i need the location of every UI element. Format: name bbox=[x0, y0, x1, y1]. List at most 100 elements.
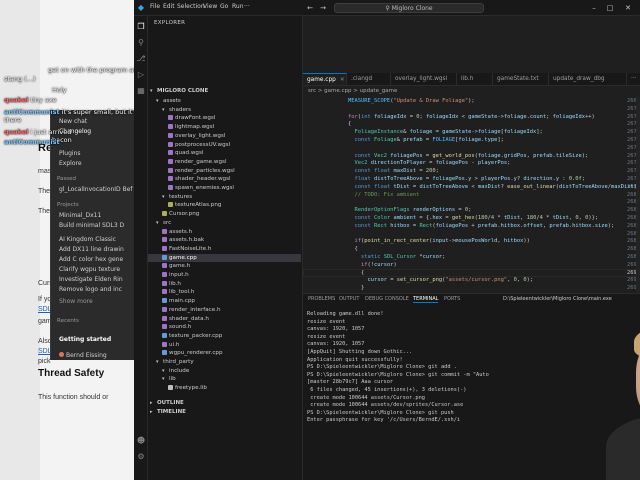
folder-item[interactable]: ▾ include bbox=[148, 367, 301, 376]
terminal-line: create mode 100644 assets/dev/sprites/Cu… bbox=[307, 402, 464, 409]
tab-update-draw[interactable]: update_draw_dbg bbox=[549, 73, 627, 85]
code-line[interactable]: MEASURE_SCOPE("Update & Draw Foliage"); bbox=[335, 98, 475, 104]
gear-icon[interactable]: ⚙ bbox=[136, 452, 146, 462]
menu-edit[interactable]: Edit bbox=[163, 3, 175, 10]
menu-go[interactable]: Go bbox=[220, 3, 228, 10]
file-item[interactable]: render_interface.h bbox=[148, 306, 301, 315]
code-line[interactable]: const Color ambient = {.hex = get_hex(18… bbox=[335, 215, 598, 221]
more-tabs-icon[interactable]: ··· bbox=[629, 73, 640, 85]
code-line[interactable]: FoliageInstance& foliage = gameState->fo… bbox=[335, 129, 542, 135]
command-center-search[interactable]: ⚲ Migloro Clone bbox=[334, 3, 484, 13]
code-line[interactable]: for(int foliageIdx = 0; foliageIdx < gam… bbox=[335, 114, 595, 120]
file-item[interactable]: ui.h bbox=[148, 341, 301, 350]
folder-item[interactable]: ▾ third_party bbox=[148, 358, 301, 367]
folder-item[interactable]: ▾ assets bbox=[148, 97, 301, 106]
code-line[interactable]: if(!cursor) bbox=[335, 262, 397, 268]
file-item[interactable]: Cursor.png bbox=[148, 210, 301, 219]
tab-problems[interactable]: PROBLEMS bbox=[308, 296, 335, 302]
tab-output[interactable]: OUTPUT bbox=[339, 296, 359, 302]
tab-gamestate[interactable]: gameState.txt bbox=[493, 73, 549, 85]
code-line[interactable]: float distToTreeAbove = foliagePos.y > p… bbox=[335, 176, 585, 182]
scrollbar[interactable] bbox=[636, 96, 640, 292]
file-item[interactable]: spawn_enemies.wgsl bbox=[148, 184, 301, 193]
tab-terminal[interactable]: TERMINAL bbox=[413, 296, 439, 303]
source-control-icon[interactable]: ⎇ bbox=[136, 54, 146, 64]
file-item[interactable]: drawFont.wgsl bbox=[148, 114, 301, 123]
file-item[interactable]: render_particles.wgsl bbox=[148, 167, 301, 176]
terminal[interactable]: Reloading game.dll done! resize event canv… bbox=[303, 305, 640, 480]
folder-item[interactable]: ▾ src bbox=[148, 219, 301, 228]
file-item[interactable]: assets.h bbox=[148, 228, 301, 237]
file-item[interactable]: overlay_light.wgsl bbox=[148, 132, 301, 141]
tab-overlay-light[interactable]: overlay_light.wgsl bbox=[391, 73, 457, 85]
close-tab-icon[interactable]: ✕ bbox=[340, 77, 345, 83]
code-line[interactable]: Vec2 directionToPlayer = foliagePos - pl… bbox=[335, 160, 510, 166]
maximize-icon[interactable]: □ bbox=[604, 2, 616, 14]
code-line[interactable]: // TODO: Fix ambient bbox=[335, 192, 419, 198]
tab-lib-h[interactable]: lib.h bbox=[457, 73, 493, 85]
outline-section[interactable]: ▸ OUTLINE bbox=[150, 400, 184, 406]
close-icon[interactable]: ✕ bbox=[622, 2, 634, 14]
file-item[interactable]: game.cpp bbox=[148, 253, 301, 263]
code-line[interactable]: const Rect hitbox = Rect(foliagePos + pr… bbox=[335, 223, 614, 229]
file-item[interactable]: wgpu_renderer.cpp bbox=[148, 349, 301, 358]
code-line[interactable]: const float maxDist = 200; bbox=[335, 168, 438, 174]
file-item[interactable]: main.cpp bbox=[148, 297, 301, 306]
file-item[interactable]: assets.h.bak bbox=[148, 236, 301, 245]
forward-arrow-icon[interactable]: → bbox=[317, 2, 329, 14]
folder-item[interactable]: ▾ shaders bbox=[148, 106, 301, 115]
account-icon[interactable]: ☻ bbox=[136, 436, 146, 446]
code-line[interactable]: } bbox=[335, 285, 364, 291]
timeline-section[interactable]: ▸ TIMELINE bbox=[150, 409, 186, 415]
menu-selection[interactable]: Selection bbox=[177, 3, 205, 10]
tab-ports[interactable]: PORTS bbox=[444, 296, 460, 302]
code-line[interactable]: const Vec2 foliagePos = get_world_pos(fo… bbox=[335, 153, 588, 159]
file-item[interactable]: lightmap.wgsl bbox=[148, 123, 301, 132]
file-item[interactable]: lib.h bbox=[148, 280, 301, 289]
code-editor[interactable]: 2669 MEASURE_SCOPE("Update & Draw Foliag… bbox=[303, 96, 640, 292]
code-line[interactable]: { bbox=[335, 270, 364, 276]
menu-file[interactable]: File bbox=[150, 3, 160, 10]
menu-view[interactable]: View bbox=[203, 3, 217, 10]
folder-item[interactable]: ▾ lib bbox=[148, 375, 301, 384]
file-item[interactable]: texture_packer.cpp bbox=[148, 332, 301, 341]
webcam-person-hair bbox=[634, 324, 640, 360]
file-icon bbox=[168, 158, 175, 167]
file-item[interactable]: sound.h bbox=[148, 323, 301, 332]
project-root[interactable]: ▾ MIGLORO CLONE bbox=[150, 88, 208, 94]
code-line[interactable]: const float tDist = distToTreeAbove < ma… bbox=[335, 184, 640, 190]
file-item[interactable]: shader_header.wgsl bbox=[148, 175, 301, 184]
tab-debug-console[interactable]: DEBUG CONSOLE bbox=[365, 296, 409, 302]
file-item[interactable]: input.h bbox=[148, 271, 301, 280]
menu-run[interactable]: Run bbox=[232, 3, 244, 10]
back-arrow-icon[interactable]: ← bbox=[304, 2, 316, 14]
file-item[interactable]: quad.wgsl bbox=[148, 149, 301, 158]
file-item[interactable]: textureAtlas.png bbox=[148, 201, 301, 210]
code-line[interactable]: const Foliage& prefab = FOLIAGE[foliage.… bbox=[335, 137, 503, 143]
tree-item-label: assets bbox=[163, 98, 181, 104]
search-icon[interactable]: ⚲ bbox=[136, 38, 146, 48]
extensions-icon[interactable]: ▦ bbox=[136, 86, 146, 96]
code-line[interactable]: { bbox=[335, 246, 357, 252]
files-icon[interactable]: ❐ bbox=[136, 22, 146, 32]
tab-game-cpp[interactable]: game.cpp ✕ bbox=[303, 73, 347, 85]
tab-clangd[interactable]: .clangd bbox=[347, 73, 391, 85]
file-item[interactable]: FastNoiseLite.h bbox=[148, 245, 301, 254]
code-line[interactable]: cursor = set_cursor_png("assets/cursor.p… bbox=[335, 277, 533, 283]
code-line[interactable]: RenderOptionFlags renderOptions = 0; bbox=[335, 207, 471, 213]
code-line[interactable]: { bbox=[335, 121, 351, 127]
code-line[interactable]: if(point_in_rect_center(input->mousePosW… bbox=[335, 238, 529, 244]
file-item[interactable]: postprocessUV.wgsl bbox=[148, 141, 301, 150]
folder-item[interactable]: ▾ textures bbox=[148, 193, 301, 202]
breadcrumb[interactable]: src > game.cpp > update_game bbox=[303, 86, 640, 96]
file-item[interactable]: render_game.wgsl bbox=[148, 158, 301, 167]
more-menu-icon[interactable]: ··· bbox=[244, 3, 250, 10]
terminal-instance-label[interactable]: D:\Spieleentwickler\Migloro Clone\main.e… bbox=[503, 296, 612, 302]
file-item[interactable]: game.h bbox=[148, 262, 301, 271]
file-item[interactable]: freetype.lib bbox=[148, 384, 301, 393]
code-line[interactable]: static SDL_Cursor *cursor; bbox=[335, 254, 445, 260]
file-item[interactable]: shader_data.h bbox=[148, 315, 301, 324]
file-item[interactable]: lib_tool.h bbox=[148, 288, 301, 297]
run-debug-icon[interactable]: ▷ bbox=[136, 70, 146, 80]
minimize-icon[interactable]: – bbox=[588, 2, 600, 14]
